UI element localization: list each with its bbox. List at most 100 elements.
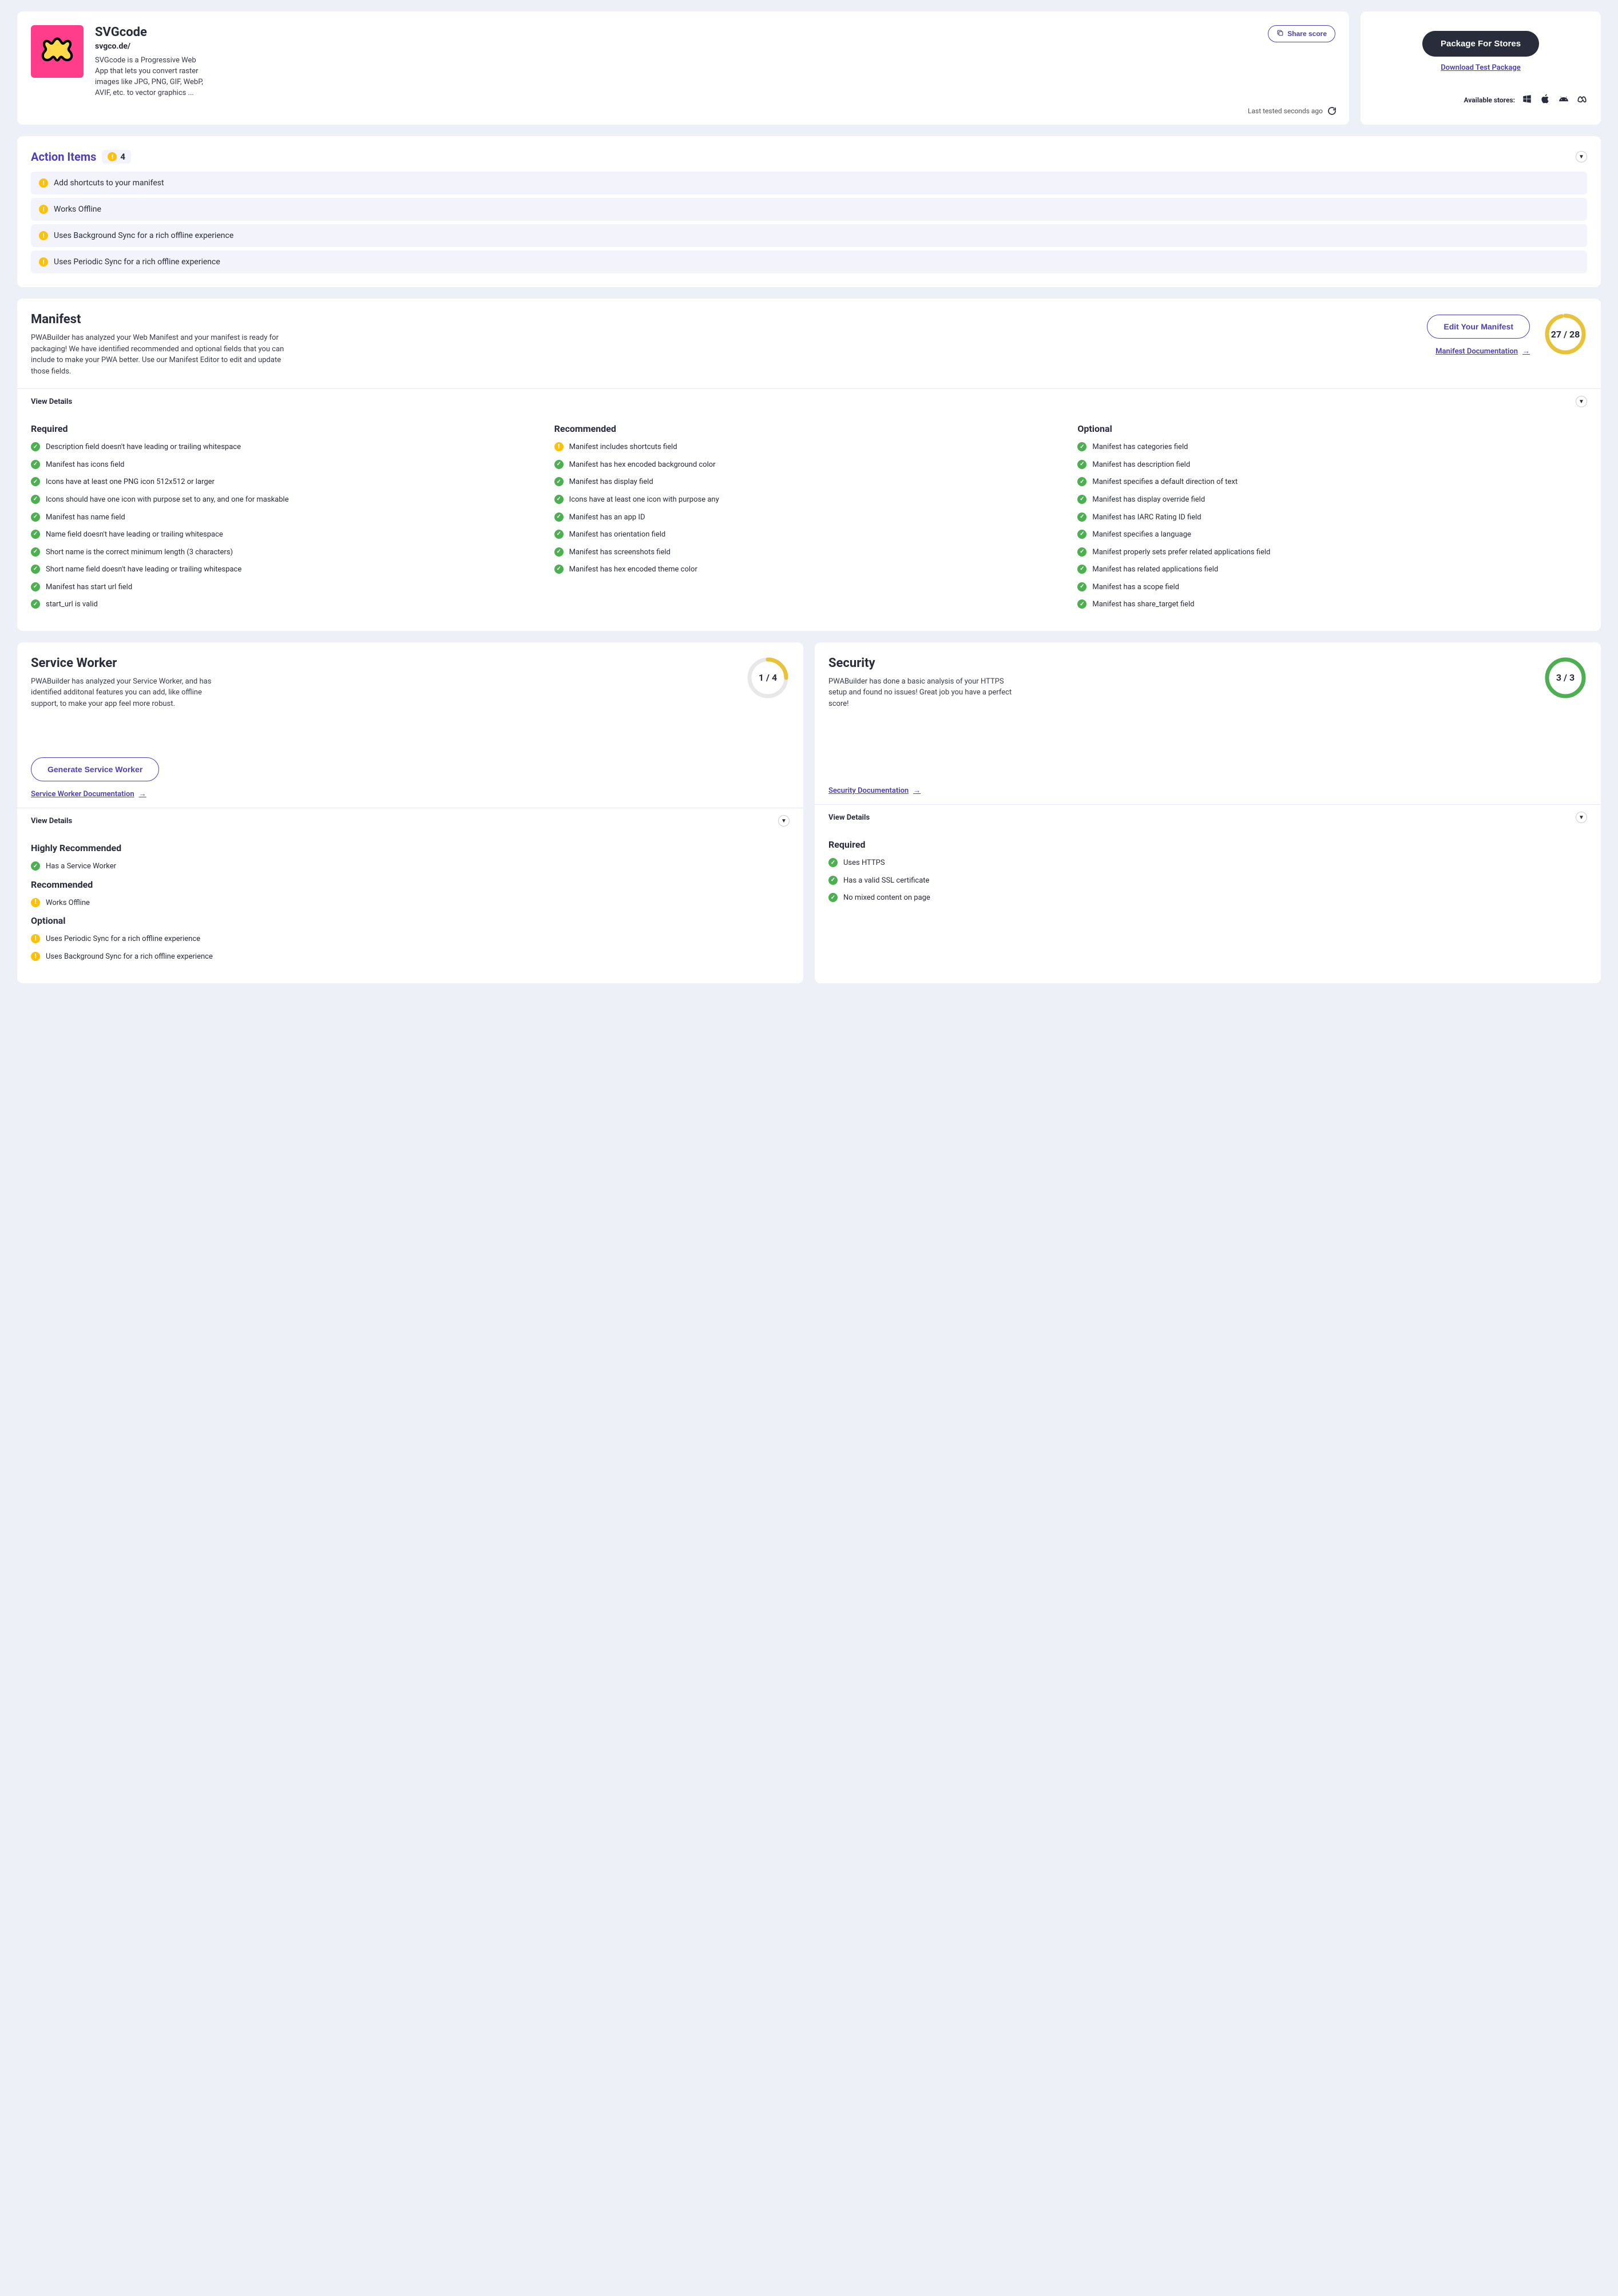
warning-icon: ! bbox=[39, 231, 48, 240]
check-icon: ✓ bbox=[828, 876, 838, 885]
check-icon: ✓ bbox=[1077, 547, 1086, 557]
check-icon: ✓ bbox=[31, 442, 40, 451]
manifest-description: PWABuilder has analyzed your Web Manifes… bbox=[31, 332, 288, 377]
check-icon: ✓ bbox=[31, 861, 40, 871]
check-icon: ✓ bbox=[31, 460, 40, 469]
check-icon: ✓ bbox=[31, 599, 40, 609]
warning-icon: ! bbox=[39, 205, 48, 214]
service-worker-description: PWABuilder has analyzed your Service Wor… bbox=[31, 676, 225, 710]
service-worker-title: Service Worker bbox=[31, 656, 225, 670]
generate-service-worker-button[interactable]: Generate Service Worker bbox=[31, 757, 159, 781]
check-icon: ✓ bbox=[828, 893, 838, 902]
check-item: ✓Manifest specifies a language bbox=[1077, 530, 1587, 540]
app-icon bbox=[31, 25, 84, 78]
check-icon: ✓ bbox=[554, 547, 564, 557]
check-item: ✓Manifest has display field bbox=[554, 477, 1064, 487]
security-title: Security bbox=[828, 656, 1023, 670]
app-url: svgco.de/ bbox=[95, 42, 1256, 51]
action-item[interactable]: !Add shortcuts to your manifest bbox=[31, 172, 1587, 194]
check-item: ✓Icons have at least one icon with purpo… bbox=[554, 495, 1064, 505]
warning-icon: ! bbox=[554, 442, 564, 451]
edit-manifest-button[interactable]: Edit Your Manifest bbox=[1427, 315, 1530, 339]
app-title: SVGcode bbox=[95, 25, 1256, 39]
check-item: ✓Uses HTTPS bbox=[828, 858, 1587, 868]
service-worker-details-bar[interactable]: View Details ▼ bbox=[17, 808, 803, 833]
arrow-right-icon: → bbox=[913, 786, 921, 795]
security-documentation-link[interactable]: Security Documentation→ bbox=[828, 786, 1587, 795]
check-icon: ✓ bbox=[31, 513, 40, 522]
check-item: ✓Manifest has IARC Rating ID field bbox=[1077, 513, 1587, 523]
service-worker-documentation-link[interactable]: Service Worker Documentation→ bbox=[31, 789, 790, 799]
check-icon: ✓ bbox=[554, 477, 564, 486]
download-test-package-link[interactable]: Download Test Package bbox=[1441, 63, 1521, 72]
action-items-title: Action Items ! 4 bbox=[31, 150, 131, 164]
last-tested: Last tested seconds ago bbox=[1248, 106, 1337, 116]
check-item: ✓Has a Service Worker bbox=[31, 861, 790, 872]
collapse-button[interactable]: ▼ bbox=[1576, 396, 1587, 407]
collapse-button[interactable]: ▼ bbox=[1576, 812, 1587, 823]
check-icon: ✓ bbox=[828, 858, 838, 867]
arrow-right-icon: → bbox=[139, 789, 146, 799]
group-title: Highly Recommended bbox=[31, 843, 790, 853]
share-score-button[interactable]: Share score bbox=[1268, 25, 1335, 42]
check-item: !Uses Periodic Sync for a rich offline e… bbox=[31, 934, 790, 944]
manifest-documentation-link[interactable]: Manifest Documentation → bbox=[1435, 347, 1530, 356]
check-icon: ✓ bbox=[31, 477, 40, 486]
chevron-down-icon: ▼ bbox=[1579, 399, 1584, 405]
arrow-right-icon: → bbox=[1522, 347, 1530, 356]
check-item: ✓Manifest has an app ID bbox=[554, 513, 1064, 523]
android-icon bbox=[1558, 94, 1569, 106]
chevron-down-icon: ▼ bbox=[1579, 154, 1584, 160]
check-item: !Manifest includes shortcuts field bbox=[554, 442, 1064, 452]
security-details-bar[interactable]: View Details ▼ bbox=[815, 804, 1601, 830]
check-icon: ✓ bbox=[1077, 460, 1086, 469]
check-icon: ✓ bbox=[1077, 477, 1086, 486]
check-item: ✓Manifest has hex encoded theme color bbox=[554, 565, 1064, 575]
warning-icon: ! bbox=[31, 952, 40, 961]
optional-column-title: Optional bbox=[1077, 423, 1587, 434]
warning-icon: ! bbox=[108, 152, 117, 161]
action-item[interactable]: !Uses Background Sync for a rich offline… bbox=[31, 224, 1587, 247]
refresh-icon[interactable] bbox=[1327, 106, 1337, 116]
check-icon: ✓ bbox=[1077, 442, 1086, 451]
check-item: ✓Manifest has hex encoded background col… bbox=[554, 460, 1064, 470]
check-item: ✓Icons have at least one PNG icon 512x51… bbox=[31, 477, 541, 487]
warning-icon: ! bbox=[39, 178, 48, 188]
check-item: !Uses Background Sync for a rich offline… bbox=[31, 952, 790, 962]
service-worker-score-ring: 1 / 4 bbox=[746, 656, 790, 700]
warning-icon: ! bbox=[31, 934, 40, 943]
check-icon: ✓ bbox=[31, 582, 40, 591]
check-icon: ✓ bbox=[554, 495, 564, 504]
apple-icon bbox=[1540, 94, 1550, 106]
check-item: ✓Icons should have one icon with purpose… bbox=[31, 495, 541, 505]
check-item: ✓Manifest has categories field bbox=[1077, 442, 1587, 452]
warning-icon: ! bbox=[31, 898, 40, 907]
check-icon: ✓ bbox=[554, 565, 564, 574]
check-item: ✓Manifest has orientation field bbox=[554, 530, 1064, 540]
check-item: ✓Manifest has screenshots field bbox=[554, 547, 1064, 558]
collapse-button[interactable]: ▼ bbox=[1576, 151, 1587, 162]
check-item: ✓Manifest has name field bbox=[31, 513, 541, 523]
check-item: ✓Manifest has display override field bbox=[1077, 495, 1587, 505]
check-item: ✓Manifest has a scope field bbox=[1077, 582, 1587, 593]
collapse-button[interactable]: ▼ bbox=[778, 815, 790, 827]
check-item: ✓Short name field doesn't have leading o… bbox=[31, 565, 541, 575]
action-item[interactable]: !Works Offline bbox=[31, 198, 1587, 221]
manifest-details-bar[interactable]: View Details ▼ bbox=[17, 388, 1601, 414]
service-worker-card: Service Worker PWABuilder has analyzed y… bbox=[17, 642, 803, 983]
required-column-title: Required bbox=[31, 423, 541, 434]
action-items-count-badge: ! 4 bbox=[102, 150, 131, 164]
check-item: ✓Name field doesn't have leading or trai… bbox=[31, 530, 541, 540]
security-score-ring: 3 / 3 bbox=[1544, 656, 1587, 700]
manifest-score-ring: 27 / 28 bbox=[1544, 312, 1587, 356]
windows-icon bbox=[1522, 94, 1532, 106]
action-item[interactable]: !Uses Periodic Sync for a rich offline e… bbox=[31, 251, 1587, 273]
available-stores-label: Available stores: bbox=[1464, 96, 1516, 104]
share-icon bbox=[1276, 29, 1284, 38]
check-icon: ✓ bbox=[31, 530, 40, 539]
manifest-card: Manifest PWABuilder has analyzed your We… bbox=[17, 299, 1601, 630]
group-title: Required bbox=[828, 839, 1587, 850]
package-card: Package For Stores Download Test Package… bbox=[1361, 11, 1601, 125]
package-for-stores-button[interactable]: Package For Stores bbox=[1422, 31, 1539, 57]
check-icon: ✓ bbox=[1077, 582, 1086, 591]
